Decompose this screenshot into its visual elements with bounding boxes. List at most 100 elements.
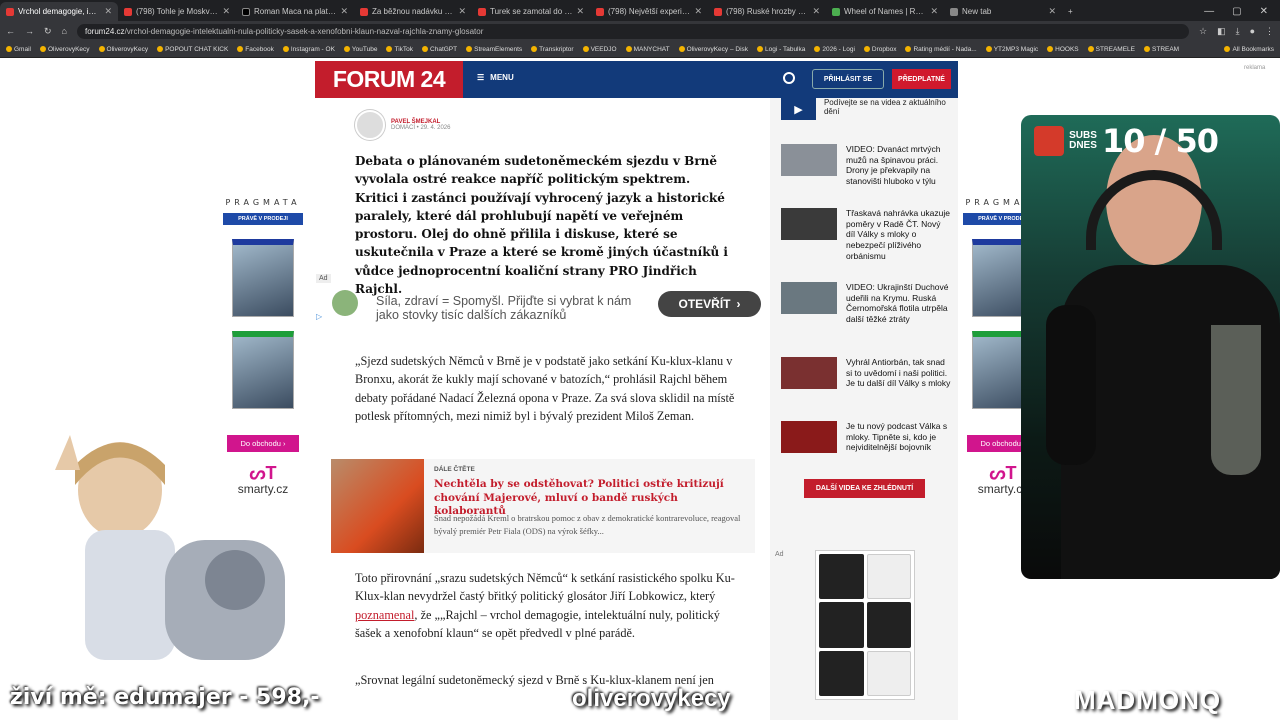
channel-icon (542, 688, 564, 710)
extensions-icon[interactable]: ◧ (1217, 26, 1226, 37)
play-icon: ▶ (781, 98, 816, 120)
wine-glass-icon (1211, 325, 1261, 475)
maximize-icon[interactable]: ▢ (1232, 6, 1241, 17)
browser-tab[interactable]: Wheel of Names | Random nam✕ (826, 2, 944, 21)
bookmark-item[interactable]: OliverovyKecy – Disk (678, 46, 748, 53)
bookmark-item[interactable]: Logi - Tabulka (757, 46, 805, 53)
bookmark-icon (1047, 46, 1054, 52)
sidebar-video-item[interactable]: VIDEO: Ukrajinští Duchové udeřili na Kry… (781, 282, 951, 325)
webcam-feed (1021, 115, 1280, 579)
bookmark-item[interactable]: YT2MP3 Magic (985, 46, 1038, 53)
download-icon[interactable]: ⤓ (1236, 26, 1240, 37)
bookmark-item[interactable]: TikTok (386, 46, 413, 53)
star-icon[interactable]: ☆ (1199, 26, 1207, 37)
more-icon[interactable]: ⋮ (1265, 26, 1274, 37)
game-box-image (232, 239, 294, 317)
sidebar-video-item[interactable]: Je tu nový podcast Válka s mloky. Tipnět… (781, 421, 951, 453)
browser-tab[interactable]: Roman Maca na platformě X: "✕ (236, 2, 354, 21)
browser-tab[interactable]: (798) Ruské hrozby českým zbr✕ (708, 2, 826, 21)
youtube-favicon-icon (596, 7, 604, 16)
back-icon[interactable]: ← (6, 26, 15, 36)
tshirt-image (866, 602, 911, 648)
browser-tab[interactable]: (798) Největší experiment s čes✕ (590, 2, 708, 21)
video-thumbnail (781, 421, 837, 453)
video-thumbnail (781, 357, 837, 389)
bookmark-item[interactable]: OliverovyKecy (98, 46, 148, 53)
browser-tab[interactable]: New tab ✕ (944, 2, 1062, 21)
browser-tab[interactable]: Za běžnou nadávku si Turek vy✕ (354, 2, 472, 21)
browser-tab[interactable]: (798) Tohle je Moskva v dubnu✕ (118, 2, 236, 21)
bookmark-item[interactable]: ChatGPT (422, 46, 457, 53)
sidebar-video-header[interactable]: ▶ Podívejte se na videa z aktuálního děn… (781, 98, 946, 120)
close-tab-icon[interactable]: ✕ (812, 6, 820, 17)
bookmark-item[interactable]: Facebook (237, 46, 274, 53)
browser-tab[interactable]: Turek se zamotal do vlastních l✕ (472, 2, 590, 21)
game-box-image (232, 331, 294, 409)
login-button[interactable]: PŘIHLÁSIT SE (812, 69, 884, 89)
related-article[interactable]: DÁLE ČTĚTE Nechtěla by se odstěhovat? Po… (331, 459, 755, 553)
close-tab-icon[interactable]: ✕ (576, 6, 584, 17)
bookmark-icon (282, 46, 289, 52)
bookmark-item[interactable]: HOOKS (1047, 46, 1079, 53)
forum24-favicon-icon (6, 7, 14, 16)
channel-name: oliverovykecy (542, 685, 731, 713)
inline-ad[interactable]: Ad Síla, zdraví = Spomyšl. Přijďte si vy… (316, 274, 763, 330)
close-tab-icon[interactable]: ✕ (458, 6, 466, 17)
ad-choices-icon[interactable]: ▷ (316, 312, 322, 321)
close-tab-icon[interactable]: ✕ (930, 6, 938, 17)
bookmark-item[interactable]: Gmail (6, 46, 31, 53)
bookmark-item[interactable]: Rating médií - Nada... (905, 46, 977, 53)
sidebar-video-item[interactable]: Vyhrál Antiorbán, tak snad si to uvědomí… (781, 357, 951, 389)
related-desc: Snad nepožádá Kreml o bratrskou pomoc z … (434, 513, 741, 536)
bookmark-icon (98, 46, 105, 52)
merch-ad[interactable] (815, 550, 915, 700)
bookmark-item[interactable]: MANYCHAT (625, 46, 670, 53)
all-bookmarks[interactable]: All Bookmarks (1224, 46, 1274, 53)
sidebar-video-item[interactable]: VIDEO: Dvanáct mrtvých mužů na špinavou … (781, 144, 951, 187)
bookmark-item[interactable]: OliverovyKecy (39, 46, 90, 53)
ad-open-button[interactable]: OTEVŘÍT › (658, 291, 761, 317)
bookmark-icon (466, 46, 473, 52)
x-favicon-icon (242, 7, 250, 16)
close-tab-icon[interactable]: ✕ (104, 6, 112, 17)
bookmark-item[interactable]: Instagram - OK (282, 46, 335, 53)
bookmarks-bar: Gmail OliverovyKecy OliverovyKecy POPOUT… (0, 41, 1280, 58)
bookmark-item[interactable]: VEEDJO (582, 46, 617, 53)
plus-icon: + (1068, 7, 1073, 16)
bookmark-item[interactable]: POPOUT CHAT KICK (157, 46, 228, 53)
url-input[interactable]: forum24.cz/vrchol-demagogie-intelektualn… (76, 23, 1189, 39)
site-logo[interactable]: FORUM 24 (315, 61, 463, 98)
search-icon[interactable] (783, 72, 795, 84)
bookmark-icon (625, 46, 632, 52)
minimize-icon[interactable]: — (1204, 6, 1214, 17)
bookmark-item[interactable]: Dropbox (863, 46, 896, 53)
bookmark-item[interactable]: Transkriptor (531, 46, 574, 53)
bookmark-icon (678, 46, 685, 52)
home-icon[interactable]: ⌂ (62, 26, 67, 36)
close-window-icon[interactable]: ✕ (1260, 6, 1268, 17)
hamburger-icon: ☰ (477, 73, 485, 82)
new-tab-button[interactable]: + (1062, 2, 1082, 21)
close-tab-icon[interactable]: ✕ (340, 6, 348, 17)
character-overlay-image (55, 435, 285, 660)
bookmark-item[interactable]: STREAM (1144, 46, 1179, 53)
bookmark-item[interactable]: StreamElements (466, 46, 522, 53)
article-paragraph: Toto přirovnání „srazu sudetských Němců“… (355, 571, 735, 640)
more-videos-button[interactable]: DALŠÍ VIDEA KE ZHLÉDNUTÍ (804, 479, 925, 498)
bookmark-item[interactable]: STREAMELE (1087, 46, 1135, 53)
close-tab-icon[interactable]: ✕ (222, 6, 230, 17)
forward-icon[interactable]: → (25, 26, 34, 36)
bookmark-item[interactable]: 2026 - Logi (814, 46, 855, 53)
browser-tab[interactable]: Vrchol demagogie, intelektuáln✕ (0, 2, 118, 21)
close-tab-icon[interactable]: ✕ (694, 6, 702, 17)
bookmark-icon (386, 46, 393, 52)
sidebar-video-item[interactable]: Třaskavá nahrávka ukazuje poměry v Radě … (781, 208, 951, 262)
profile-icon[interactable]: ● (1250, 26, 1255, 36)
avatar (355, 110, 385, 140)
subscribe-button[interactable]: PŘEDPLATNÉ (892, 69, 951, 89)
close-tab-icon[interactable]: ✕ (1048, 6, 1056, 17)
article-link[interactable]: poznamenal (355, 608, 414, 622)
bookmark-item[interactable]: YouTube (343, 46, 377, 53)
menu-button[interactable]: ☰ MENU (477, 73, 514, 82)
reload-icon[interactable]: ↻ (44, 26, 52, 37)
